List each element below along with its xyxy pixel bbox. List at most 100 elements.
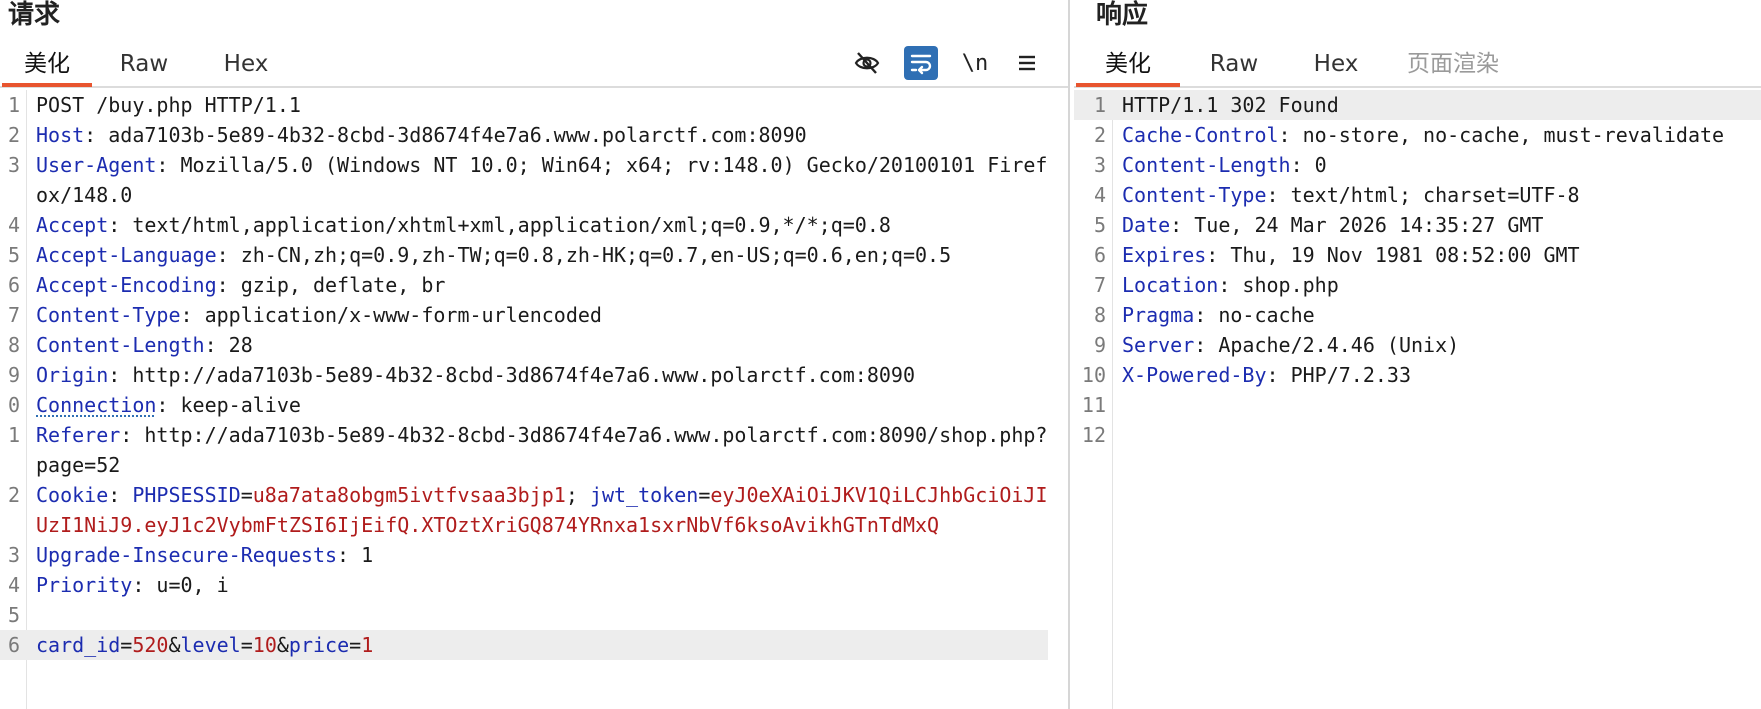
body-line: 6 card_id=520&level=10&price=1 [0,630,1048,660]
param-value: 10 [252,633,277,657]
word-wrap-button[interactable] [904,46,938,80]
header-value: 0 [1314,153,1327,177]
header-separator: : [132,573,157,597]
header-name: X-Powered-By [1122,363,1267,387]
header-line: 6 Expires: Thu, 19 Nov 1981 08:52:00 GMT [1074,240,1761,270]
hide-toggle-button[interactable] [850,46,884,80]
header-name: Referer [36,423,121,447]
line-number: 10 [1081,363,1106,387]
code-text: Priority: u=0, i [36,570,1068,600]
header-line: 3 User-Agent: Mozilla/5.0 (Windows NT 10.… [0,150,1068,210]
cookie-key: PHPSESSID [132,483,241,507]
header-name: Cache-Control [1122,123,1279,147]
code-text: Cookie: PHPSESSID=u8a7ata8obgm5ivtfvsaa3… [36,480,1068,540]
line-number: 5 [7,603,20,627]
header-separator: : [216,273,241,297]
response-tab-render[interactable]: 页面渲染 [1398,44,1508,84]
code-text: Date: Tue, 24 Mar 2026 14:35:27 GMT [1122,210,1761,240]
header-name: Connection [36,393,157,417]
header-line: 4 Priority: u=0, i [0,570,1068,600]
param-key: level [180,633,241,657]
blank-line: 5 [0,600,1068,630]
header-name: Pragma [1122,303,1195,327]
header-name: User-Agent [36,153,157,177]
header-value: text/html,application/xhtml+xml,applicat… [132,213,891,237]
header-name: Upgrade-Insecure-Requests [36,543,338,567]
code-text: Accept-Encoding: gzip, deflate, br [36,270,1068,300]
header-value: no-cache [1218,303,1315,327]
response-tab-pretty[interactable]: 美化 [1076,44,1180,87]
header-line: 7 Location: shop.php [1074,270,1761,300]
line-number: 9 [1093,333,1106,357]
request-tab-hex[interactable]: Hex [206,44,286,84]
header-separator: : [1194,333,1219,357]
code-text: Content-Type: application/x-www-form-url… [36,300,1068,330]
header-line: 4 Accept: text/html,application/xhtml+xml… [0,210,1068,240]
code-text: Origin: http://ada7103b-5e89-4b32-8cbd-3… [36,360,1068,390]
code-text: Accept-Language: zh-CN,zh;q=0.9,zh-TW;q=… [36,240,1068,270]
line-number: 4 [7,213,20,237]
header-separator: : [108,363,133,387]
header-separator: : [180,303,205,327]
header-name: Date [1122,213,1171,237]
line-number: 5 [1093,213,1106,237]
request-menu-button[interactable] [1010,46,1044,80]
equals: = [240,483,253,507]
line-number: 1 [7,423,20,447]
header-separator: : [1170,213,1195,237]
header-separator: : [120,423,145,447]
code-text: Content-Length: 0 [1122,150,1761,180]
code-text: Referer: http://ada7103b-5e89-4b32-8cbd-… [36,420,1068,480]
line-number: 6 [7,633,20,657]
separator: ; [565,483,590,507]
header-name: Expires [1122,243,1207,267]
ampersand: & [168,633,181,657]
line-number: 2 [7,123,20,147]
param-value: 1 [361,633,374,657]
header-name: Cookie [36,483,109,507]
param-key: price [288,633,350,657]
header-name: Location [1122,273,1219,297]
blank-line: 12 [1074,420,1761,450]
response-tab-raw[interactable]: Raw [1194,44,1274,84]
line-number: 3 [7,543,20,567]
line-number: 4 [7,573,20,597]
code-text: Upgrade-Insecure-Requests: 1 [36,540,1068,570]
response-pane-title: 响应 [1096,0,1149,30]
code-text: Pragma: no-cache [1122,300,1761,330]
header-line: 5 Accept-Language: zh-CN,zh;q=0.9,zh-TW;q… [0,240,1068,270]
line-number: 8 [7,333,20,357]
request-pane: 请求 美化 Raw Hex \n 1 POST /buy.php HTTP/1.… [0,0,1068,709]
request-tabbar: 美化 Raw Hex \n [0,44,1068,88]
code-text: Connection: keep-alive [36,390,1068,420]
header-name: Content-Type [1122,183,1267,207]
header-name: Priority [36,573,133,597]
header-value: Mozilla/5.0 (Windows NT 10.0; Win64; x64… [36,153,1048,207]
header-value: application/x-www-form-urlencoded [204,303,602,327]
cookie-line: 2 Cookie: PHPSESSID=u8a7ata8obgm5ivtfvsaa… [0,480,1068,540]
request-editor[interactable]: 1 POST /buy.php HTTP/1.1 2 Host: ada7103b… [0,90,1068,709]
blank-line: 11 [1074,390,1761,420]
code-text: Host: ada7103b-5e89-4b32-8cbd-3d8674f4e7… [36,120,1068,150]
equals: = [349,633,362,657]
response-editor[interactable]: 1 HTTP/1.1 302 Found 2 Cache-Control: no-… [1074,90,1761,709]
header-value: Tue, 24 Mar 2026 14:35:27 GMT [1194,213,1544,237]
header-value: http://ada7103b-5e89-4b32-8cbd-3d8674f4e… [36,423,1048,477]
header-separator: : [108,483,133,507]
header-separator: : [1194,303,1219,327]
response-tab-hex[interactable]: Hex [1296,44,1376,84]
line-number: 4 [1093,183,1106,207]
code-text: Content-Length: 28 [36,330,1068,360]
hamburger-menu-icon [1019,55,1035,71]
line-number: 5 [7,243,20,267]
header-name: Content-Length [36,333,205,357]
line-number: 2 [1093,123,1106,147]
code-text: Expires: Thu, 19 Nov 1981 08:52:00 GMT [1122,240,1761,270]
header-line: 0 Connection: keep-alive [0,390,1068,420]
request-tab-pretty[interactable]: 美化 [2,44,92,87]
header-separator: : [1278,123,1303,147]
show-newlines-button[interactable]: \n [958,46,992,80]
request-tab-raw[interactable]: Raw [104,44,184,84]
line-number: 11 [1081,393,1106,417]
